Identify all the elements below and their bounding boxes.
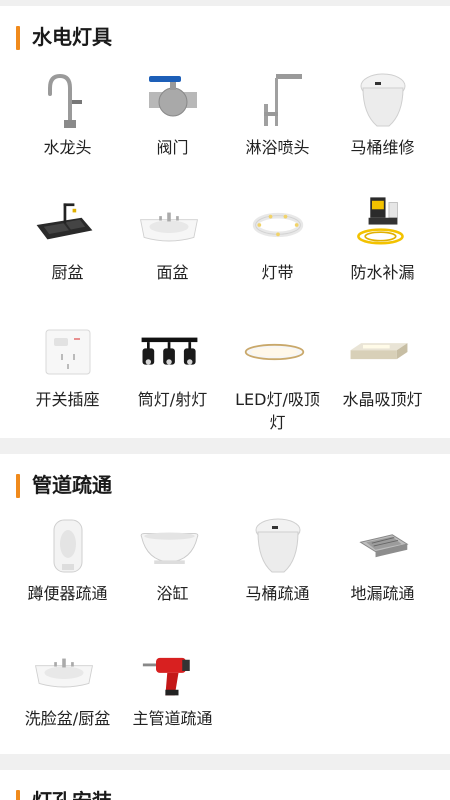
service-item-waterproof[interactable]: 防水补漏 (330, 191, 435, 311)
service-item-crystal-light[interactable]: 水晶吸顶灯 (330, 318, 435, 438)
section-header: 管道疏通 (0, 454, 450, 514)
toilet-icon (250, 516, 306, 576)
service-item-switch-socket[interactable]: 开关插座 (15, 318, 120, 438)
service-label: 浴缸 (156, 584, 189, 603)
switch-socket-icon (40, 322, 96, 382)
floor-drain-icon (355, 516, 411, 576)
section-pipe-unclogging: 管道疏通 蹲便器疏通 浴缸 马桶疏通 地漏疏通 洗脸盆/厨盆 主管道疏通 (0, 454, 450, 754)
service-item-light-strip[interactable]: 灯带 (225, 191, 330, 311)
service-label: 主管道疏通 (132, 709, 213, 728)
section-title: 管道疏通 (32, 473, 112, 497)
pump-icon (355, 195, 411, 255)
service-label: 水龙头 (43, 138, 92, 157)
toilet-icon (355, 70, 411, 130)
service-label: 灯带 (261, 263, 294, 282)
kitchen-sink-icon (36, 195, 96, 255)
crystal-light-icon (350, 322, 411, 382)
service-item-washbasin-sink[interactable]: 洗脸盆/厨盆 (15, 637, 120, 757)
section-accent-bar (16, 26, 20, 50)
service-item-faucet[interactable]: 水龙头 (15, 66, 120, 186)
service-item-shower[interactable]: 淋浴喷头 (225, 66, 330, 186)
service-label: 开关插座 (35, 390, 100, 409)
service-label: 地漏疏通 (350, 584, 415, 603)
service-item-led-ceiling-light[interactable]: LED灯/吸顶灯 (225, 318, 330, 438)
service-label: LED灯/吸顶灯 (235, 390, 320, 432)
section-header: 灯孔安装 (0, 770, 450, 800)
section-accent-bar (16, 474, 20, 498)
service-label: 厨盆 (51, 263, 84, 282)
service-item-toilet-repair[interactable]: 马桶维修 (330, 66, 435, 186)
service-item-valve[interactable]: 阀门 (120, 66, 225, 186)
service-item-floor-drain[interactable]: 地漏疏通 (330, 512, 435, 632)
service-label: 马桶疏通 (245, 584, 310, 603)
squat-toilet-icon (40, 516, 96, 576)
section-title: 灯孔安装 (32, 786, 112, 800)
service-label: 洗脸盆/厨盆 (24, 709, 111, 728)
service-label: 防水补漏 (350, 263, 415, 282)
section-water-electric-lighting: 水电灯具 水龙头 阀门 淋浴喷头 马桶维修 厨盆 面盆 灯带 防水补漏 开关插座… (0, 6, 450, 438)
service-item-kitchen-sink[interactable]: 厨盆 (15, 191, 120, 311)
service-item-bathtub[interactable]: 浴缸 (120, 512, 225, 632)
faucet-icon (40, 70, 96, 130)
shower-icon (250, 70, 306, 130)
valve-icon (145, 70, 201, 130)
service-label: 面盆 (156, 263, 189, 282)
service-label: 阀门 (156, 138, 189, 157)
service-label: 马桶维修 (350, 138, 415, 157)
drill-icon (142, 641, 201, 701)
service-label: 淋浴喷头 (245, 138, 310, 157)
light-strip-icon (250, 195, 306, 255)
section-light-hole-install: 灯孔安装 (0, 770, 450, 800)
section-accent-bar (16, 790, 20, 800)
service-label: 水晶吸顶灯 (342, 390, 423, 409)
service-label: 蹲便器疏通 (27, 584, 108, 603)
service-item-spotlight[interactable]: 筒灯/射灯 (120, 318, 225, 438)
service-label: 筒灯/射灯 (137, 390, 208, 409)
spotlight-icon (141, 322, 201, 382)
section-header: 水电灯具 (0, 6, 450, 66)
service-item-basin[interactable]: 面盆 (120, 191, 225, 311)
service-item-squat-toilet[interactable]: 蹲便器疏通 (15, 512, 120, 632)
bathtub-icon (140, 516, 201, 576)
basin-icon (35, 641, 96, 701)
basin-icon (140, 195, 201, 255)
service-item-main-pipe[interactable]: 主管道疏通 (120, 637, 225, 757)
ceiling-light-icon (244, 322, 306, 382)
section-title: 水电灯具 (32, 25, 112, 49)
service-item-toilet-unclog[interactable]: 马桶疏通 (225, 512, 330, 632)
